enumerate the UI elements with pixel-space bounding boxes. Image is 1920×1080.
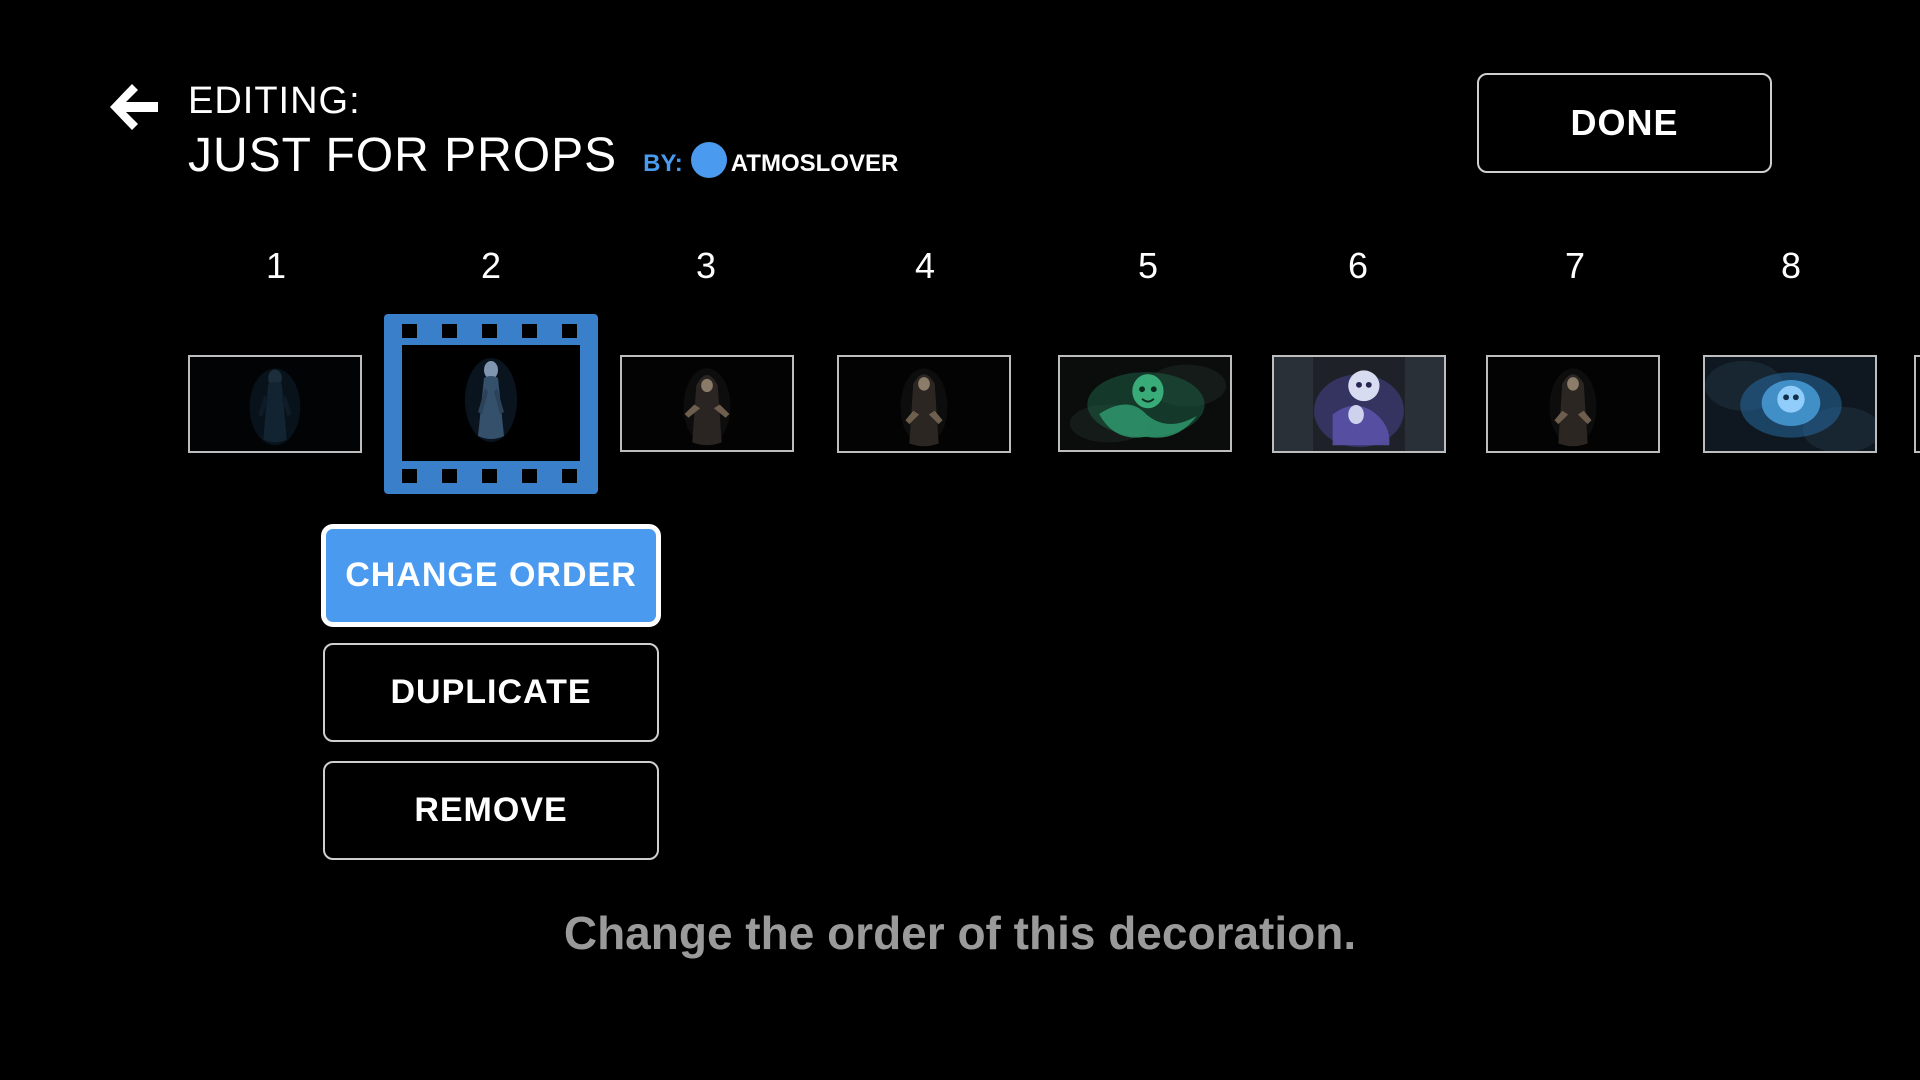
- title-row: JUST FOR PROPS BY: ATMOSLOVER: [188, 128, 898, 183]
- decoration-thumbnail-5[interactable]: [1058, 355, 1232, 452]
- hooded-witch-thumbnail: [622, 357, 792, 450]
- editing-label: EDITING:: [188, 80, 361, 122]
- decoration-thumbnail-8[interactable]: [1703, 355, 1877, 453]
- playlist-title: JUST FOR PROPS: [188, 129, 618, 182]
- decoration-thumbnail-2-selected[interactable]: [384, 314, 598, 494]
- slot-number-3: 3: [695, 245, 717, 286]
- decoration-thumbnail-3[interactable]: [620, 355, 794, 452]
- remove-button[interactable]: REMOVE: [323, 761, 659, 860]
- duplicate-button[interactable]: DUPLICATE: [323, 643, 659, 742]
- decoration-thumbnail-4[interactable]: [837, 355, 1011, 453]
- edit-playlist-screen: EDITING: JUST FOR PROPS BY: ATMOSLOVER D…: [0, 0, 1920, 1080]
- hooded-figure-thumbnail: [190, 357, 360, 451]
- blue-spirit-thumbnail: [1705, 357, 1875, 451]
- slot-number-4: 4: [914, 245, 936, 286]
- back-button[interactable]: [108, 82, 160, 132]
- by-label: BY:: [643, 150, 683, 177]
- slot-number-8: 8: [1780, 245, 1802, 286]
- slot-number-2: 2: [480, 245, 502, 286]
- change-order-button[interactable]: CHANGE ORDER: [321, 524, 661, 627]
- purple-phantom-thumbnail: [1274, 357, 1444, 451]
- decoration-thumbnail-7[interactable]: [1486, 355, 1660, 453]
- done-button[interactable]: DONE: [1477, 73, 1772, 173]
- decoration-thumbnail-6[interactable]: [1272, 355, 1446, 453]
- film-strip-icon: [384, 314, 598, 494]
- slot-number-5: 5: [1137, 245, 1159, 286]
- decoration-thumbnail-9-partial[interactable]: [1914, 355, 1920, 453]
- decoration-thumbnail-1[interactable]: [188, 355, 362, 453]
- slot-number-6: 6: [1347, 245, 1369, 286]
- green-ghoul-thumbnail: [1060, 357, 1230, 450]
- author-name: ATMOSLOVER: [730, 150, 899, 177]
- arrow-left-icon: [110, 84, 158, 130]
- hooded-witch-thumbnail: [1488, 357, 1658, 451]
- slot-number-7: 7: [1564, 245, 1586, 286]
- author-avatar: [690, 141, 727, 178]
- slot-number-1: 1: [265, 245, 287, 286]
- hooded-witch-thumbnail: [839, 357, 1009, 451]
- hint-text: Change the order of this decoration.: [563, 907, 1357, 959]
